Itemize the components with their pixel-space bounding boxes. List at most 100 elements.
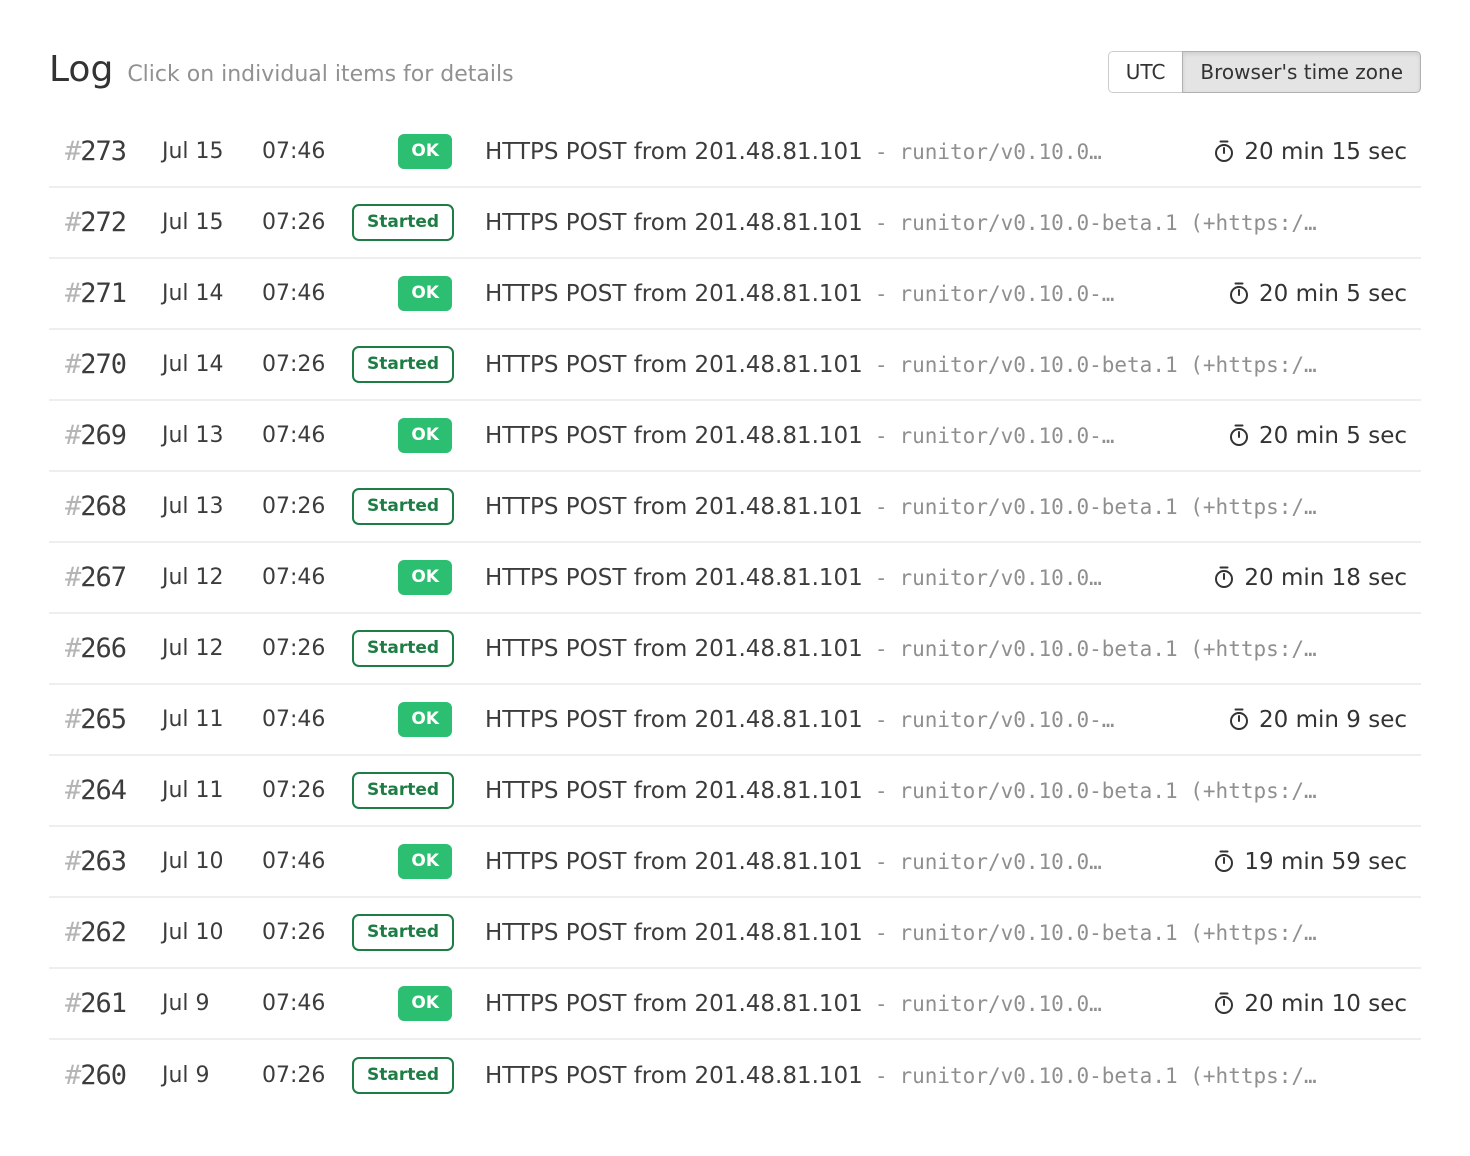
status-badge-cell: OK xyxy=(352,986,452,1021)
status-badge: OK xyxy=(398,560,452,595)
event-message: HTTPS POST from 201.48.81.101 xyxy=(485,920,863,946)
event-date: Jul 12 xyxy=(162,636,262,661)
status-badge: OK xyxy=(398,702,452,737)
event-number: #273 xyxy=(65,136,162,167)
event-time: 07:26 xyxy=(262,210,352,235)
event-number: #268 xyxy=(65,491,162,522)
log-row[interactable]: #267 Jul 12 07:46 OK HTTPS POST from 201… xyxy=(49,543,1421,614)
hash-prefix: # xyxy=(65,1060,80,1091)
log-row[interactable]: #269 Jul 13 07:46 OK HTTPS POST from 201… xyxy=(49,401,1421,472)
user-agent-text: runitor/v0.10.0… xyxy=(899,566,1101,590)
browsers-timezone-button[interactable]: Browser's time zone xyxy=(1182,51,1421,93)
event-message: HTTPS POST from 201.48.81.101 xyxy=(485,636,863,662)
duration-text: 20 min 15 sec xyxy=(1244,139,1407,165)
separator-dash: - xyxy=(875,282,888,306)
status-badge-cell: Started xyxy=(352,346,452,383)
user-agent-text: runitor/v0.10.0-… xyxy=(899,708,1114,732)
event-date: Jul 9 xyxy=(162,991,262,1016)
event-number: #272 xyxy=(65,207,162,238)
status-badge: Started xyxy=(352,1057,454,1094)
status-badge-cell: Started xyxy=(352,1057,452,1094)
user-agent-text: runitor/v0.10.0-… xyxy=(899,282,1114,306)
log-row[interactable]: #263 Jul 10 07:46 OK HTTPS POST from 201… xyxy=(49,827,1421,898)
event-date: Jul 14 xyxy=(162,281,262,306)
status-badge: Started xyxy=(352,772,454,809)
event-date: Jul 13 xyxy=(162,423,262,448)
separator-dash: - xyxy=(875,850,888,874)
separator-dash: - xyxy=(875,992,888,1016)
event-time: 07:46 xyxy=(262,565,352,590)
utc-button[interactable]: UTC xyxy=(1108,51,1184,93)
log-row[interactable]: #268 Jul 13 07:26 Started HTTPS POST fro… xyxy=(49,472,1421,543)
event-message: HTTPS POST from 201.48.81.101 xyxy=(485,139,863,165)
event-time: 07:26 xyxy=(262,352,352,377)
event-number: #261 xyxy=(65,988,162,1019)
event-description: HTTPS POST from 201.48.81.101 - runitor/… xyxy=(485,778,1407,804)
log-row[interactable]: #264 Jul 11 07:26 Started HTTPS POST fro… xyxy=(49,756,1421,827)
status-badge-cell: OK xyxy=(352,702,452,737)
log-table: #273 Jul 15 07:46 OK HTTPS POST from 201… xyxy=(49,117,1421,1111)
event-message: HTTPS POST from 201.48.81.101 xyxy=(485,281,863,307)
event-description: HTTPS POST from 201.48.81.101 - runitor/… xyxy=(485,139,1407,165)
event-time: 07:26 xyxy=(262,920,352,945)
user-agent-text: runitor/v0.10.0-beta.1 (+https:/… xyxy=(899,1064,1316,1088)
duration: 20 min 15 sec xyxy=(1189,139,1407,165)
event-number: #271 xyxy=(65,278,162,309)
status-badge-cell: OK xyxy=(352,560,452,595)
log-row[interactable]: #270 Jul 14 07:26 Started HTTPS POST fro… xyxy=(49,330,1421,401)
event-number: #265 xyxy=(65,704,162,735)
log-row[interactable]: #273 Jul 15 07:46 OK HTTPS POST from 201… xyxy=(49,117,1421,188)
event-date: Jul 15 xyxy=(162,139,262,164)
status-badge-cell: Started xyxy=(352,488,452,525)
page-subtitle: Click on individual items for details xyxy=(127,64,513,86)
stopwatch-icon xyxy=(1228,282,1250,305)
event-time: 07:26 xyxy=(262,1063,352,1088)
event-description: HTTPS POST from 201.48.81.101 - runitor/… xyxy=(485,849,1407,875)
hash-prefix: # xyxy=(65,207,80,238)
stopwatch-icon xyxy=(1213,992,1235,1015)
status-badge: Started xyxy=(352,630,454,667)
log-row[interactable]: #261 Jul 9 07:46 OK HTTPS POST from 201.… xyxy=(49,969,1421,1040)
event-description: HTTPS POST from 201.48.81.101 - runitor/… xyxy=(485,636,1407,662)
separator-dash: - xyxy=(875,140,888,164)
event-number: #264 xyxy=(65,775,162,806)
user-agent-text: runitor/v0.10.0-beta.1 (+https:/… xyxy=(899,211,1316,235)
log-row[interactable]: #265 Jul 11 07:46 OK HTTPS POST from 201… xyxy=(49,685,1421,756)
duration: 20 min 10 sec xyxy=(1189,991,1407,1017)
event-time: 07:46 xyxy=(262,423,352,448)
status-badge-cell: OK xyxy=(352,134,452,169)
event-message: HTTPS POST from 201.48.81.101 xyxy=(485,210,863,236)
stopwatch-icon xyxy=(1228,708,1250,731)
separator-dash: - xyxy=(875,424,888,448)
hash-prefix: # xyxy=(65,278,80,309)
log-row[interactable]: #266 Jul 12 07:26 Started HTTPS POST fro… xyxy=(49,614,1421,685)
duration-text: 20 min 5 sec xyxy=(1259,281,1407,307)
hash-prefix: # xyxy=(65,775,80,806)
log-page: Log Click on individual items for detail… xyxy=(49,0,1421,1111)
log-row[interactable]: #271 Jul 14 07:46 OK HTTPS POST from 201… xyxy=(49,259,1421,330)
event-date: Jul 11 xyxy=(162,707,262,732)
event-message: HTTPS POST from 201.48.81.101 xyxy=(485,991,863,1017)
event-description: HTTPS POST from 201.48.81.101 - runitor/… xyxy=(485,494,1407,520)
status-badge-cell: OK xyxy=(352,418,452,453)
log-row[interactable]: #262 Jul 10 07:26 Started HTTPS POST fro… xyxy=(49,898,1421,969)
event-description: HTTPS POST from 201.48.81.101 - runitor/… xyxy=(485,423,1407,449)
event-message: HTTPS POST from 201.48.81.101 xyxy=(485,778,863,804)
duration: 20 min 9 sec xyxy=(1204,707,1407,733)
hash-prefix: # xyxy=(65,846,80,877)
status-badge-cell: Started xyxy=(352,630,452,667)
status-badge: Started xyxy=(352,346,454,383)
status-badge: OK xyxy=(398,986,452,1021)
event-date: Jul 15 xyxy=(162,210,262,235)
status-badge: OK xyxy=(398,276,452,311)
event-number: #267 xyxy=(65,562,162,593)
event-time: 07:46 xyxy=(262,991,352,1016)
event-number: #270 xyxy=(65,349,162,380)
event-description: HTTPS POST from 201.48.81.101 - runitor/… xyxy=(485,991,1407,1017)
log-row[interactable]: #260 Jul 9 07:26 Started HTTPS POST from… xyxy=(49,1040,1421,1111)
log-row[interactable]: #272 Jul 15 07:26 Started HTTPS POST fro… xyxy=(49,188,1421,259)
duration-text: 19 min 59 sec xyxy=(1244,849,1407,875)
event-number: #262 xyxy=(65,917,162,948)
separator-dash: - xyxy=(875,921,888,945)
separator-dash: - xyxy=(875,779,888,803)
